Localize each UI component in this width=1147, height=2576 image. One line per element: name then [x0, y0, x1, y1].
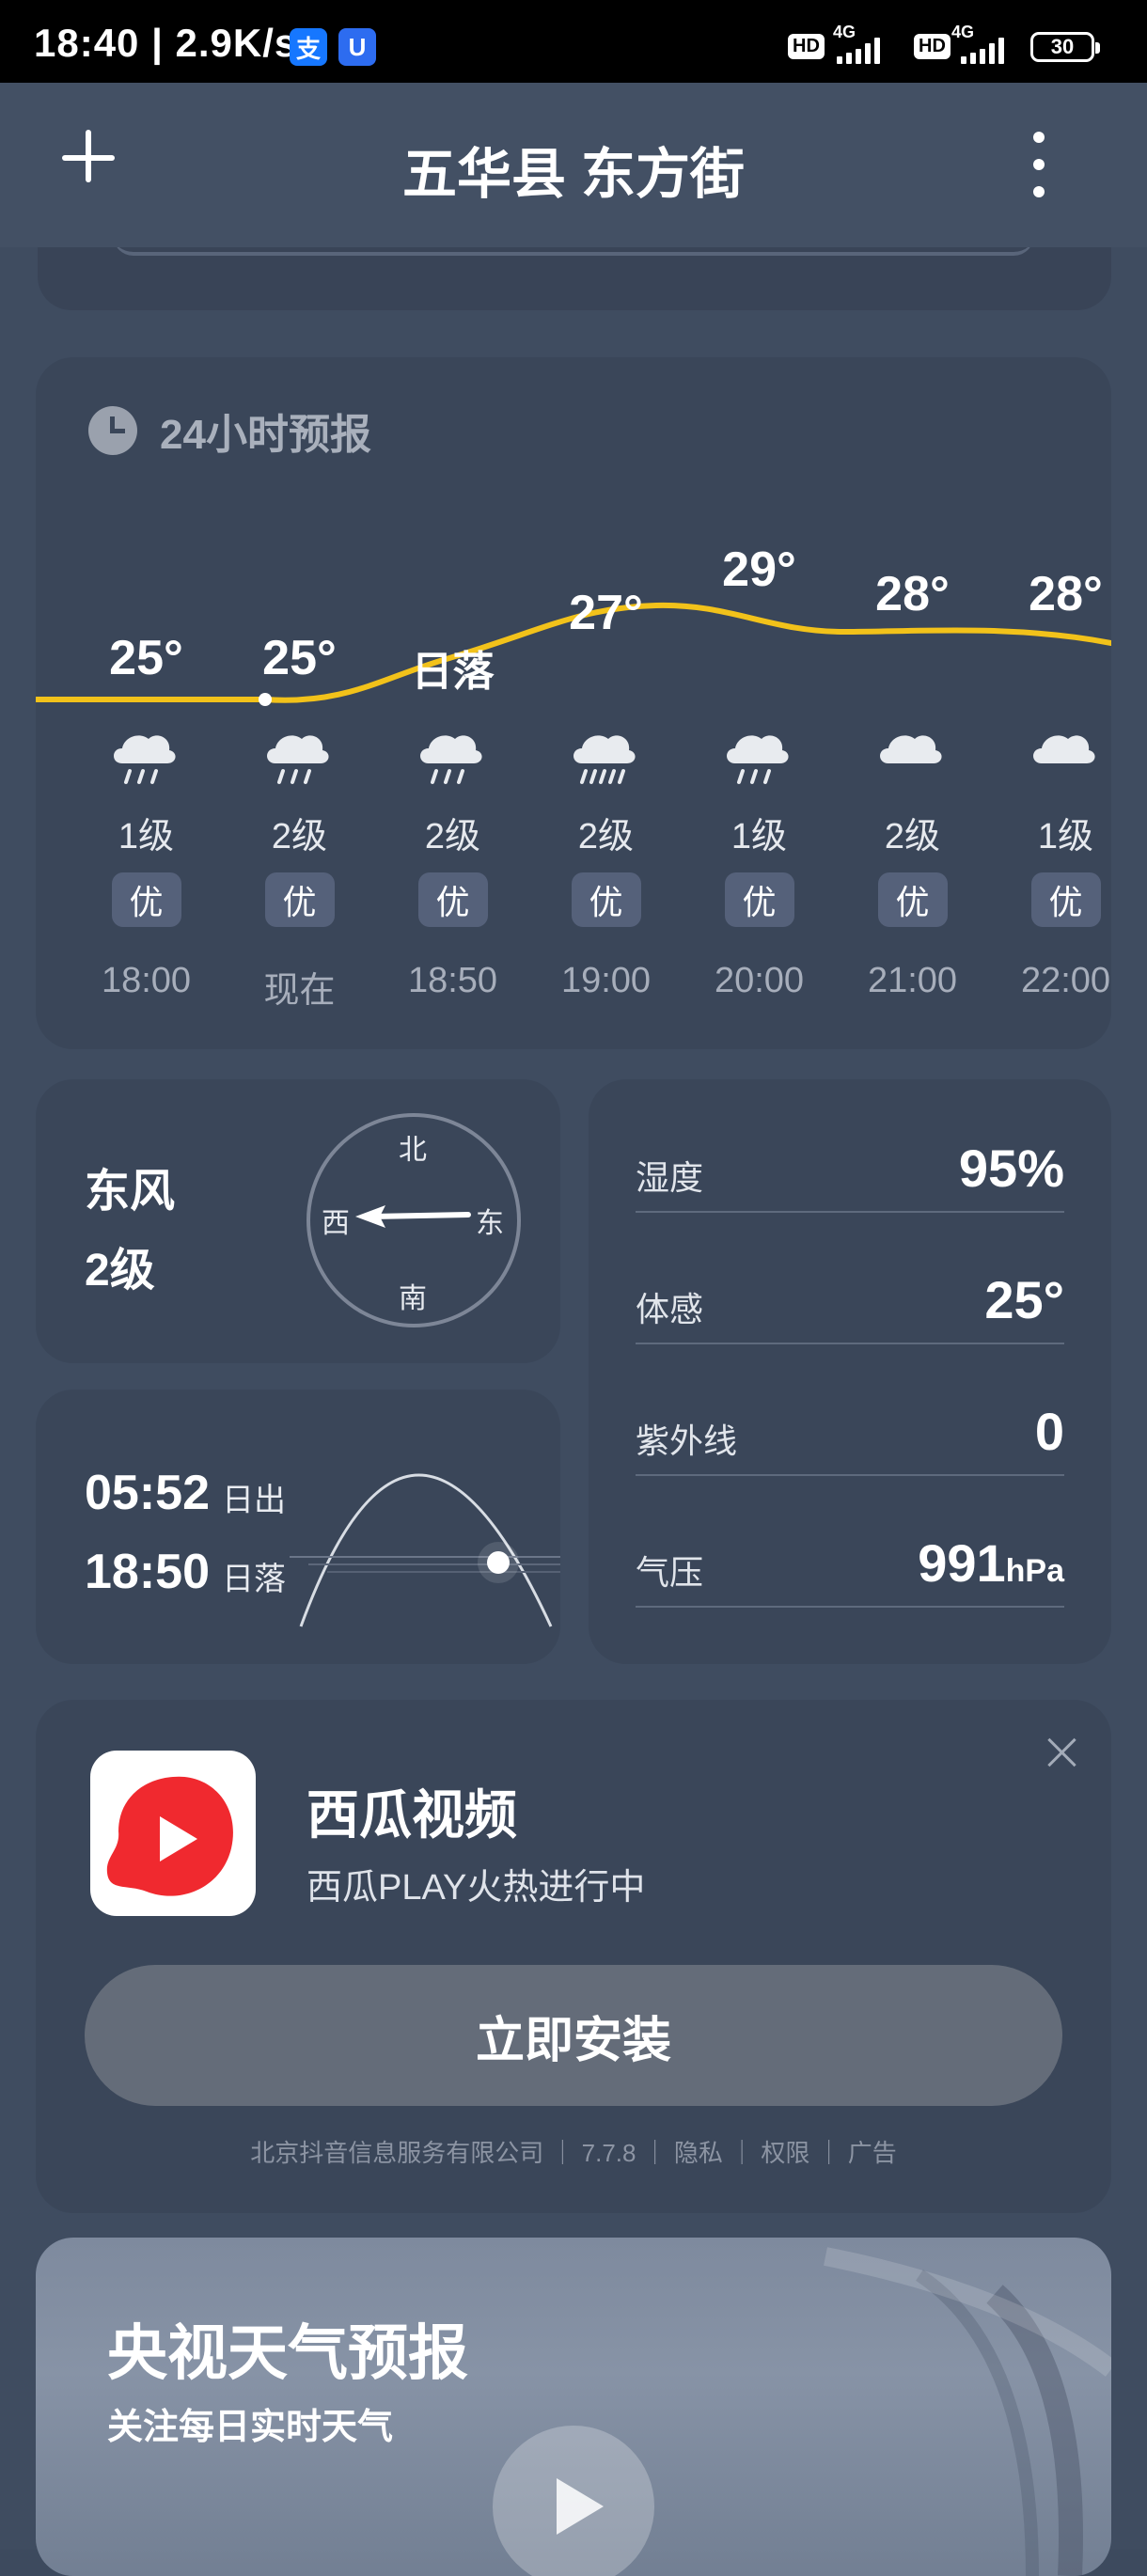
wind-level-label: 1级: [1037, 817, 1094, 856]
wind-level-label: 2级: [884, 817, 941, 856]
weather-video-card[interactable]: 央视天气预报 关注每日实时天气: [36, 2238, 1111, 2576]
sunrise-label: 日出: [222, 1483, 286, 1518]
xigua-video-logo[interactable]: [90, 1751, 256, 1916]
wind-card[interactable]: 东风 2级 北 南 西 东: [36, 1079, 560, 1363]
hourly-temp: 27°: [569, 586, 643, 640]
heavy-rain-cloud-icon: [529, 724, 683, 790]
hd-icon: HD: [788, 34, 825, 59]
air-quality-badge: 优: [111, 872, 181, 927]
ad-footer-info[interactable]: 北京抖音信息服务有限公司 ｜ 7.7.8 ｜ 隐私 ｜ 权限 ｜ 广告: [36, 2134, 1111, 2169]
wind-arrow-icon: [355, 1205, 471, 1228]
sun-path-arc: [290, 1473, 560, 1627]
detail-row: 气压 991hPa: [636, 1474, 1064, 1608]
hourly-temp: 28°: [1029, 567, 1103, 621]
hourly-temp: 28°: [875, 567, 950, 621]
wind-level-label: 2级: [577, 817, 635, 856]
detail-value-number: 25°: [984, 1270, 1064, 1329]
hourly-forecast-card[interactable]: 24小时预报 25° 1级优 18:00 25° 2级优现在 日落 2级优 18:50 27° 2…: [36, 357, 1111, 1049]
detail-label: 紫外线: [636, 1422, 738, 1460]
app-notification-icon: U: [338, 28, 376, 66]
weather-details-card[interactable]: 湿度 95% 体感 25° 紫外线 0 气压 991hPa: [589, 1079, 1111, 1664]
hourly-time: 18:50: [407, 961, 498, 1000]
status-bar: 18:40 | 2.9K/s 支 U HD 4G HD 4G 30: [0, 0, 1147, 90]
detail-row: 紫外线 0: [636, 1343, 1064, 1476]
signal-icon: [837, 34, 880, 64]
battery-icon: 30: [1030, 32, 1100, 62]
hourly-temp: 25°: [109, 631, 183, 685]
video-thumbnail-decoration: [824, 2247, 1111, 2576]
hourly-time: 20:00: [714, 961, 805, 1000]
video-subtitle: 关注每日实时天气: [107, 2408, 394, 2447]
detail-value: 95%: [959, 1138, 1064, 1199]
app-ad-card[interactable]: 西瓜视频 西瓜PLAY火热进行中 立即安装 北京抖音信息服务有限公司 ｜ 7.7…: [36, 1700, 1111, 2213]
wind-level: 2级: [85, 1246, 155, 1296]
wind-info: 东风 2级: [85, 1153, 175, 1311]
rain-cloud-icon: [70, 724, 223, 790]
hourly-temp: 25°: [262, 631, 337, 685]
signal-icon: [961, 34, 1004, 64]
rain-cloud-icon: [376, 724, 529, 790]
hourly-time: 18:00: [101, 961, 192, 1000]
more-menu-icon[interactable]: [1025, 132, 1053, 197]
rain-cloud-icon: [223, 724, 376, 790]
cloud-icon: [989, 724, 1111, 790]
play-icon[interactable]: [493, 2426, 654, 2576]
wind-level-label: 2级: [271, 817, 328, 856]
install-button[interactable]: 立即安装: [85, 1965, 1062, 2106]
page-title: 五华县 东方街: [401, 144, 746, 205]
detail-row: 湿度 95%: [636, 1079, 1064, 1213]
detail-row: 体感 25°: [636, 1211, 1064, 1344]
hourly-time: 现在: [263, 971, 336, 1011]
detail-label: 体感: [636, 1290, 704, 1328]
current-time-dot: [259, 693, 272, 706]
hd-icon: HD: [914, 34, 951, 59]
detail-value: 991hPa: [918, 1532, 1064, 1594]
detail-unit: hPa: [1005, 1553, 1064, 1589]
cloud-icon: [836, 724, 989, 790]
sun-position-icon: [487, 1551, 510, 1574]
wind-direction: 东风: [85, 1167, 176, 1217]
detail-value: 0: [1035, 1401, 1064, 1462]
video-title: 央视天气预报: [107, 2319, 468, 2387]
wind-level-label: 1级: [731, 817, 788, 856]
air-quality-badge: 优: [877, 872, 948, 927]
sunset-time: 18:50: [85, 1545, 210, 1599]
close-icon[interactable]: [1044, 1734, 1081, 1771]
detail-value-number: 0: [1034, 1402, 1064, 1461]
air-quality-badge: 优: [1030, 872, 1101, 927]
app-logo-icon: [106, 1776, 233, 1896]
sun-card[interactable]: 05:52 日出 18:50 日落: [36, 1390, 560, 1664]
hourly-time: 19:00: [560, 961, 652, 1000]
detail-value-number: 95%: [958, 1139, 1064, 1198]
wind-compass: 北 南 西 东: [306, 1113, 521, 1327]
air-quality-badge: 优: [724, 872, 794, 927]
temperature-curve: [36, 602, 1111, 706]
air-quality-badge: 优: [417, 872, 488, 927]
air-quality-badge: 优: [264, 872, 335, 927]
detail-label: 气压: [636, 1553, 704, 1592]
sunrise-time: 05:52: [85, 1466, 210, 1520]
wind-level-label: 1级: [118, 817, 175, 856]
hourly-time: 22:00: [1020, 961, 1111, 1000]
sunset-label: 日落: [222, 1562, 286, 1597]
ad-description: 西瓜PLAY火热进行中: [306, 1868, 646, 1908]
wind-level-label: 2级: [424, 817, 481, 856]
hourly-time: 21:00: [867, 961, 958, 1000]
hourly-temp: 29°: [722, 542, 796, 597]
ad-app-name: 西瓜视频: [306, 1785, 517, 1845]
air-quality-badge: 优: [571, 872, 641, 927]
status-time: 18:40 | 2.9K/s: [34, 21, 298, 65]
hourly-temp: 日落: [411, 649, 495, 695]
rain-cloud-icon: [683, 724, 836, 790]
alipay-icon: 支: [290, 28, 327, 66]
detail-label: 湿度: [636, 1158, 704, 1197]
detail-value-number: 991: [918, 1533, 1006, 1593]
detail-value: 25°: [984, 1269, 1064, 1330]
